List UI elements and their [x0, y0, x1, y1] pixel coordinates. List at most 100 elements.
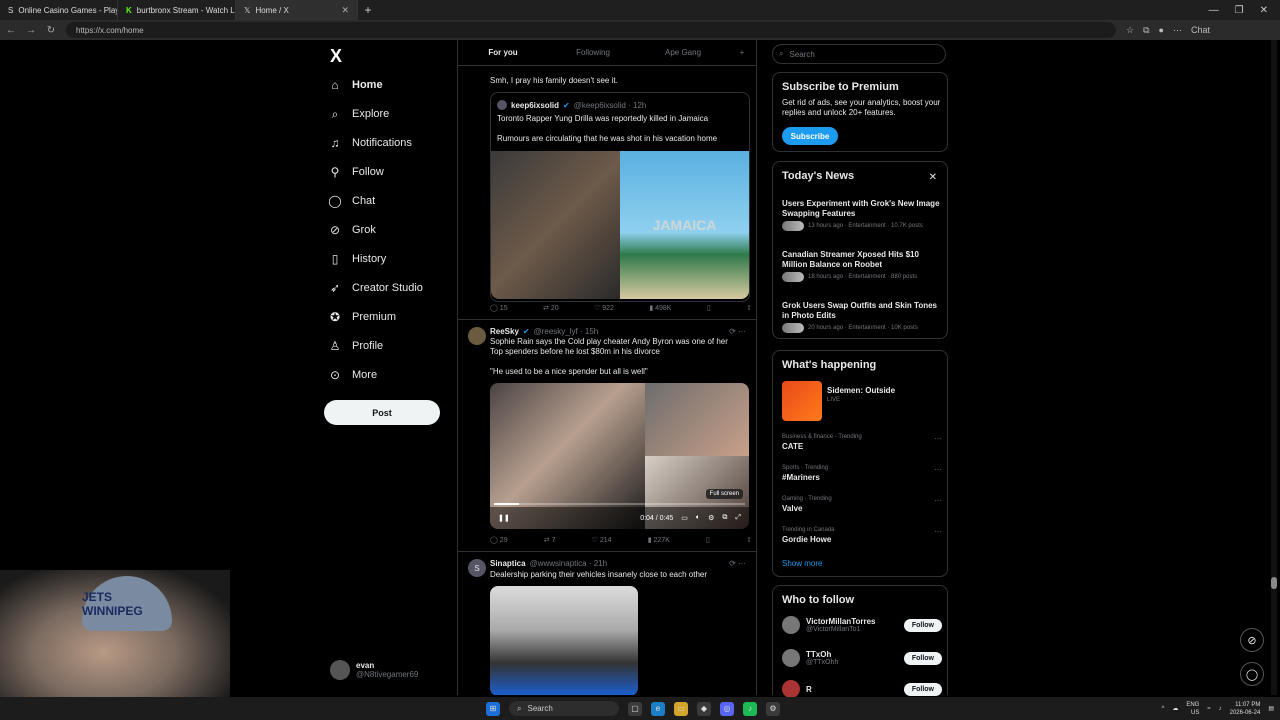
browser-tab-kick[interactable]: K burtbronx Stream - Watch Li... ✕	[118, 0, 236, 20]
chat-label[interactable]: Chat	[1191, 25, 1210, 36]
avatar[interactable]	[468, 327, 486, 345]
close-icon[interactable]: ✕	[929, 172, 937, 183]
maximize-icon[interactable]: ❐	[1235, 5, 1244, 16]
taskbar-search[interactable]: ⌕ Search	[509, 701, 619, 716]
sidebar-item-history[interactable]: ▯ History	[328, 250, 387, 268]
tab-ape-gang[interactable]: Ape Gang	[638, 48, 728, 57]
news-item[interactable]: Users Experiment with Grok's New Image S…	[782, 199, 942, 231]
app-icon[interactable]: ⚙	[766, 701, 780, 716]
repost-button[interactable]: ⇄ 7	[544, 536, 556, 544]
sidebar-item-premium[interactable]: ✪ Premium	[328, 308, 396, 326]
pause-icon[interactable]: ❚❚	[498, 514, 510, 522]
sidebar-item-explore[interactable]: ⌕ Explore	[328, 105, 390, 123]
more-dots-icon[interactable]: ···	[934, 496, 942, 505]
tweet-image[interactable]	[490, 586, 638, 695]
task-view-icon[interactable]: ▢	[628, 701, 642, 716]
volume-icon[interactable]: 🔈︎	[696, 514, 700, 522]
sidebar-item-grok[interactable]: ⊘ Grok	[328, 221, 376, 239]
tab-for-you[interactable]: For you	[458, 48, 548, 57]
wifi-icon[interactable]: ≈	[1207, 706, 1210, 712]
sidebar-item-profile[interactable]: ♙ Profile	[328, 337, 384, 355]
author-name[interactable]: ReeSky	[490, 327, 519, 336]
store-icon[interactable]: ◆	[697, 701, 711, 716]
avatar[interactable]: S	[468, 559, 486, 577]
fullscreen-icon[interactable]: ⤢	[735, 514, 741, 522]
subscribe-button[interactable]: Subscribe	[782, 127, 838, 145]
sidebar-item-creator-studio[interactable]: ➶ Creator Studio	[328, 279, 423, 297]
quote-image-left[interactable]	[491, 151, 620, 299]
more-dots-icon[interactable]: ⟳ ···	[729, 327, 746, 336]
more-dots-icon[interactable]: ···	[934, 465, 942, 474]
quoted-tweet[interactable]: keep6ixsolid ✔ @keep6ixsolid · 12h Toron…	[490, 92, 750, 302]
url-field[interactable]: https://x.com/home	[66, 22, 1116, 38]
minimize-icon[interactable]: —	[1209, 5, 1219, 16]
input-language[interactable]: ENG US	[1186, 701, 1199, 717]
trend-item[interactable]: Sports · Trending #Mariners ···	[782, 465, 942, 482]
profile-icon[interactable]: ●	[1159, 25, 1164, 36]
bookmark-star-icon[interactable]: ☆	[1126, 25, 1134, 36]
new-tab-button[interactable]: +	[358, 3, 378, 17]
x-logo[interactable]: X	[330, 46, 342, 67]
spotify-icon[interactable]: ♪	[743, 701, 757, 716]
live-title[interactable]: Sidemen: Outside	[827, 386, 895, 395]
like-button[interactable]: ♡ 922	[594, 304, 614, 312]
sidebar-item-more[interactable]: ⊙ More	[328, 366, 377, 384]
sidebar-item-notifications[interactable]: ♫ Notifications	[328, 134, 412, 152]
bookmark-button[interactable]: ▯	[706, 536, 710, 544]
author-name[interactable]: Sinaptica	[490, 559, 526, 568]
sidebar-item-chat[interactable]: ◯ Chat	[328, 192, 375, 210]
views-button[interactable]: ▮ 227K	[648, 536, 670, 544]
like-button[interactable]: ♡ 214	[592, 536, 612, 544]
share-button[interactable]: ⇧	[746, 536, 752, 544]
follow-button[interactable]: Follow	[903, 618, 942, 632]
quote-image-right[interactable]: JAMAICA	[620, 151, 749, 299]
menu-icon[interactable]: ⋯	[1173, 25, 1182, 36]
tab-following[interactable]: Following	[548, 48, 638, 57]
clock[interactable]: 11:07 PM 2026-06-24	[1230, 701, 1261, 717]
repost-button[interactable]: ⇄ 20	[543, 304, 559, 312]
show-more-link[interactable]: Show more	[782, 559, 822, 568]
search-input[interactable]: ⌕ Search	[772, 44, 946, 64]
sidebar-item-home[interactable]: ⌂ Home	[328, 76, 382, 94]
extensions-icon[interactable]: ⧉	[1143, 25, 1149, 36]
trend-item[interactable]: Trending in Canada Gordie Howe ···	[782, 527, 942, 544]
browser-tab-casino[interactable]: S Online Casino Games - Play Free ! ✕	[0, 0, 118, 20]
chat-float-button[interactable]: ◯	[1240, 662, 1264, 686]
reply-button[interactable]: ◯ 15	[490, 304, 508, 312]
follow-button[interactable]: Follow	[903, 651, 942, 665]
back-icon[interactable]: ←	[6, 25, 16, 36]
captions-icon[interactable]: ▭	[681, 514, 688, 522]
tray-chevron-icon[interactable]: ^	[1161, 706, 1164, 712]
reload-icon[interactable]: ↻	[46, 25, 56, 36]
follow-button[interactable]: Follow	[903, 682, 942, 696]
notifications-icon[interactable]: ▤	[1268, 705, 1274, 712]
live-thumbnail[interactable]	[782, 381, 822, 421]
edge-icon[interactable]: e	[651, 701, 665, 716]
video-progress-bar[interactable]	[494, 503, 745, 505]
volume-icon[interactable]: ♪	[1219, 706, 1222, 712]
sidebar-item-follow[interactable]: ⚲ Follow	[328, 163, 384, 181]
video-player[interactable]: Full screen ❚❚ 0:04 / 0:45 ▭ 🔈︎ ⚙ ⧉ ⤢	[490, 383, 749, 529]
more-dots-icon[interactable]: ···	[934, 527, 942, 536]
trend-item[interactable]: Gaming · Trending Valve ···	[782, 496, 942, 513]
reply-button[interactable]: ◯ 29	[490, 536, 508, 544]
discord-icon[interactable]: ◎	[720, 701, 734, 716]
more-dots-icon[interactable]: ···	[934, 434, 942, 443]
bookmark-button[interactable]: ▯	[707, 304, 711, 312]
news-item[interactable]: Grok Users Swap Outfits and Skin Tones i…	[782, 301, 942, 333]
browser-tab-x[interactable]: 𝕏 Home / X ✕	[236, 0, 358, 20]
follow-suggestion[interactable]: R Follow	[782, 680, 942, 698]
settings-icon[interactable]: ⚙	[708, 514, 714, 522]
cloud-icon[interactable]: ☁	[1172, 705, 1178, 712]
page-scrollbar[interactable]	[1271, 40, 1277, 695]
more-dots-icon[interactable]: ⟳ ···	[729, 559, 746, 568]
scrollbar-thumb[interactable]	[1271, 577, 1277, 589]
close-tab-icon[interactable]: ✕	[341, 5, 349, 16]
follow-suggestion[interactable]: TTxOh @TTxOhh Follow	[782, 649, 942, 667]
news-item[interactable]: Canadian Streamer Xposed Hits $10 Millio…	[782, 250, 942, 282]
share-button[interactable]: ⇧	[746, 304, 752, 312]
folder-icon[interactable]: ▭	[674, 701, 688, 716]
forward-icon[interactable]: →	[26, 25, 36, 36]
trend-item[interactable]: Business & finance · Trending CATE ···	[782, 434, 942, 451]
grok-float-button[interactable]: ⊘	[1240, 628, 1264, 652]
